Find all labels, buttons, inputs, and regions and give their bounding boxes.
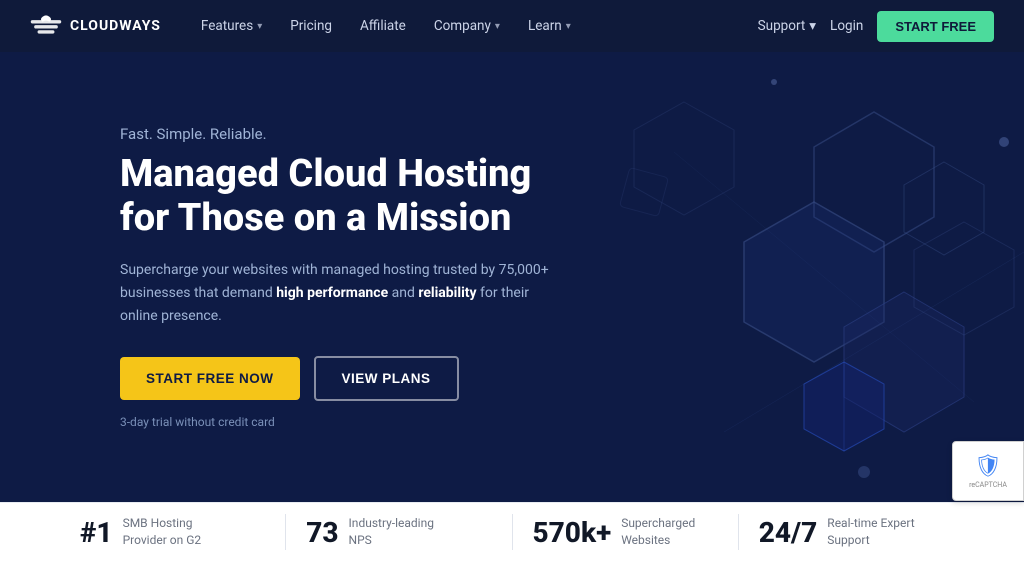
hero-background-graphic (524, 52, 1024, 502)
hero-description: Supercharge your websites with managed h… (120, 259, 560, 328)
stat-number-rank: #1 (80, 516, 113, 549)
stat-item-rank: #1 SMB Hosting Provider on G2 (80, 515, 265, 549)
logo[interactable]: CLOUDWAYS (30, 15, 161, 37)
hero-buttons: START FREE NOW VIEW PLANS (120, 356, 560, 401)
stat-desc-nps: Industry-leading NPS (349, 515, 449, 549)
stat-number-nps: 73 (306, 516, 338, 549)
logo-icon (30, 15, 62, 37)
nav-item-company[interactable]: Company ▾ (422, 12, 512, 40)
recaptcha-badge: 🛡 reCAPTCHA (952, 441, 1024, 501)
stat-divider-1 (285, 514, 286, 550)
stat-desc-support: Real-time Expert Support (827, 515, 927, 549)
stats-bar: #1 SMB Hosting Provider on G2 73 Industr… (0, 502, 1024, 561)
stat-desc-websites: Supercharged Websites (621, 515, 718, 549)
logo-text: CLOUDWAYS (70, 18, 161, 34)
stat-divider-3 (738, 514, 739, 550)
stat-divider-2 (512, 514, 513, 550)
hero-tagline: Fast. Simple. Reliable. (120, 125, 560, 143)
support-link[interactable]: Support ▾ (758, 18, 816, 34)
login-link[interactable]: Login (830, 18, 863, 34)
nav-links: Features ▾ Pricing Affiliate Company ▾ L… (189, 12, 758, 40)
nav-item-learn[interactable]: Learn ▾ (516, 12, 583, 40)
hero-title: Managed Cloud Hosting for Those on a Mis… (120, 153, 560, 240)
stat-desc-rank: SMB Hosting Provider on G2 (123, 515, 223, 549)
navbar: CLOUDWAYS Features ▾ Pricing Affiliate C… (0, 0, 1024, 52)
stat-item-websites: 570k+ Supercharged Websites (533, 515, 718, 549)
hero-content: Fast. Simple. Reliable. Managed Cloud Ho… (0, 125, 560, 429)
chevron-down-icon: ▾ (566, 21, 571, 32)
chevron-down-icon: ▾ (257, 21, 262, 32)
start-free-button[interactable]: START FREE (877, 11, 994, 42)
nav-item-features[interactable]: Features ▾ (189, 12, 274, 40)
hero-section: Fast. Simple. Reliable. Managed Cloud Ho… (0, 52, 1024, 502)
nav-item-pricing[interactable]: Pricing (278, 12, 344, 40)
chevron-down-icon: ▾ (809, 18, 816, 34)
stat-item-support: 24/7 Real-time Expert Support (759, 515, 944, 549)
nav-item-affiliate[interactable]: Affiliate (348, 12, 418, 40)
recaptcha-icon: 🛡 (969, 454, 1007, 479)
recaptcha-text: reCAPTCHA (969, 481, 1007, 489)
start-free-now-button[interactable]: START FREE NOW (120, 357, 300, 400)
stat-number-support: 24/7 (759, 516, 818, 549)
chevron-down-icon: ▾ (495, 21, 500, 32)
view-plans-button[interactable]: VIEW PLANS (314, 356, 459, 401)
trial-text: 3-day trial without credit card (120, 415, 560, 429)
stat-number-websites: 570k+ (533, 516, 612, 549)
stat-item-nps: 73 Industry-leading NPS (306, 515, 491, 549)
nav-right: Support ▾ Login START FREE (758, 11, 994, 42)
